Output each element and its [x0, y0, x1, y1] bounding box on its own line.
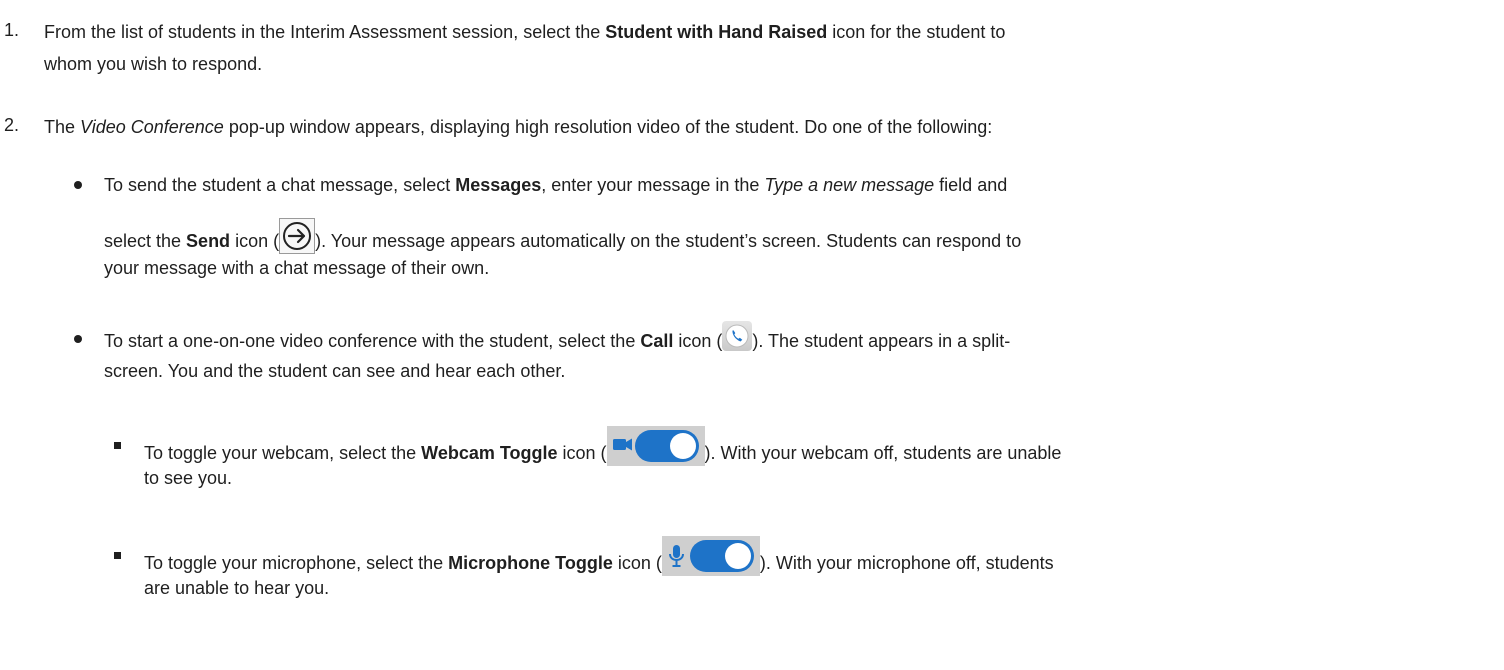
- messages-line-2: select the Send icon (). Your message ap…: [104, 218, 1021, 260]
- call-line-1: To start a one-on-one video conference w…: [104, 321, 1010, 357]
- step-2-line: The Video Conference pop-up window appea…: [44, 117, 993, 137]
- call-line-2: screen. You and the student can see and …: [104, 361, 566, 381]
- video-conference-term: Video Conference: [80, 117, 224, 137]
- webcam-line-1: To toggle your webcam, select the Webcam…: [144, 426, 1061, 474]
- microphone-toggle-icon: [661, 536, 760, 576]
- step-2-number: 2.: [4, 115, 20, 135]
- messages-line-3: your message with a chat message of thei…: [104, 258, 490, 278]
- step-1-line-1: From the list of students in the Interim…: [44, 22, 1006, 42]
- step-1-number: 1.: [4, 20, 20, 40]
- microphone-line-2: are unable to hear you.: [144, 578, 330, 598]
- webcam-line-2: to see you.: [144, 468, 233, 488]
- student-hand-raised-term: Student with Hand Raised: [605, 22, 828, 42]
- phone-icon: [722, 321, 753, 351]
- send-arrow-icon: [279, 218, 316, 254]
- webcam-toggle-icon: [606, 426, 705, 466]
- sub-bullet-marker: [114, 442, 121, 449]
- step-1-line-2: whom you wish to respond.: [44, 54, 263, 74]
- messages-line-1: To send the student a chat message, sele…: [104, 175, 1008, 195]
- bullet-marker: [74, 335, 82, 343]
- sub-bullet-marker: [114, 552, 121, 559]
- bullet-marker: [74, 181, 82, 189]
